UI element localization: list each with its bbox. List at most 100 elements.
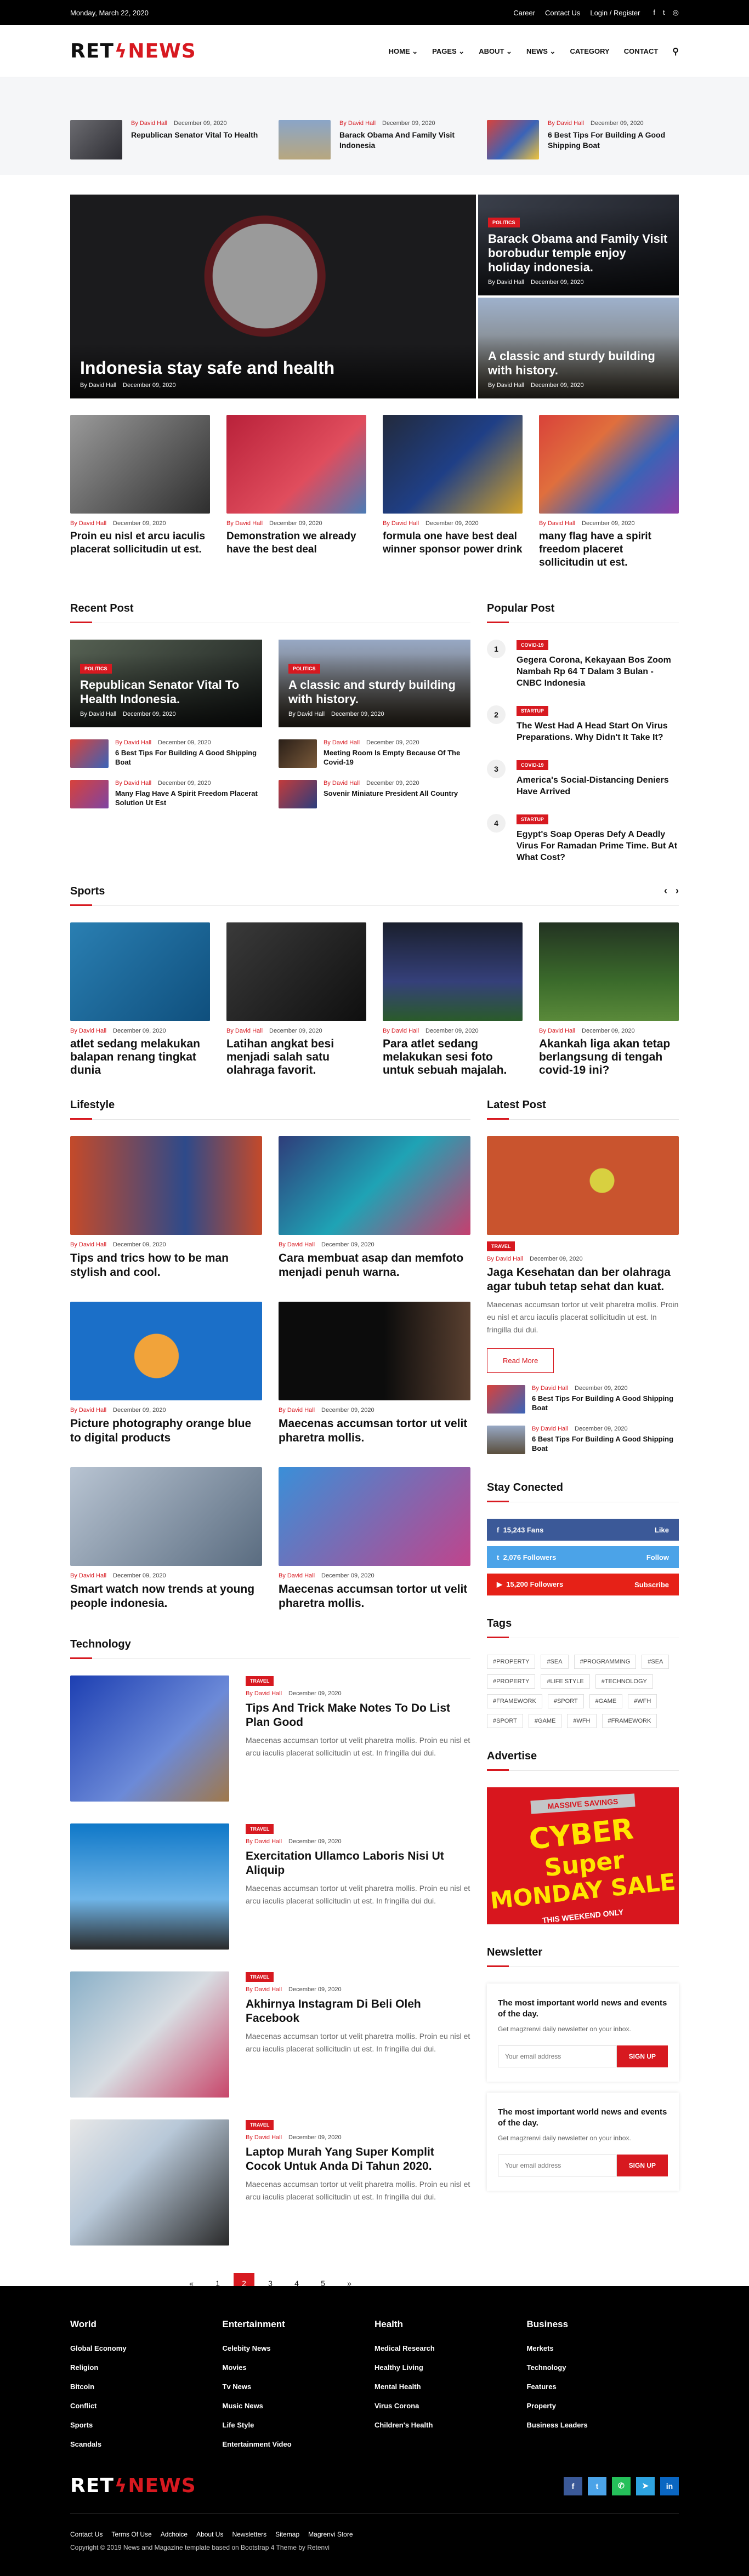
tag-chip[interactable]: #PROPERTY xyxy=(487,1674,536,1689)
article-title[interactable]: formula one have best deal winner sponso… xyxy=(383,530,523,556)
category-badge[interactable]: POLITICS xyxy=(288,664,320,674)
footer-link[interactable]: Children's Health xyxy=(374,2421,527,2429)
footer-link[interactable]: Property xyxy=(527,2402,679,2410)
category-badge[interactable]: TRAVEL xyxy=(246,1676,274,1686)
article-title[interactable]: Tips And Trick Make Notes To Do List Pla… xyxy=(246,1701,470,1730)
popular-item[interactable]: 2 STARTUP The West Had A Head Start On Vir… xyxy=(487,705,679,743)
site-logo[interactable]: RET ϟ NEWS xyxy=(70,40,196,62)
footer-link[interactable]: Conflict xyxy=(70,2402,223,2410)
category-badge[interactable]: TRAVEL xyxy=(487,1241,515,1251)
twitter-icon[interactable]: t xyxy=(588,2476,606,2495)
telegram-icon[interactable]: ➤ xyxy=(636,2476,655,2495)
category-badge[interactable]: COVID-19 xyxy=(517,760,548,770)
hero-title[interactable]: Indonesia stay safe and health xyxy=(80,358,466,378)
footer-link[interactable]: Virus Corona xyxy=(374,2402,527,2410)
subscribe-button[interactable]: Subscribe xyxy=(634,1581,669,1589)
popular-title[interactable]: America's Social-Distancing Deniers Have… xyxy=(517,774,679,797)
article-title[interactable]: Jaga Kesehatan dan ber olahraga agar tub… xyxy=(487,1266,679,1294)
footer-bottom-link[interactable]: Newsletters xyxy=(232,2531,266,2538)
tag-chip[interactable]: #FRAMEWORK xyxy=(487,1694,542,1708)
category-badge[interactable]: POLITICS xyxy=(80,664,112,674)
prev-arrow-icon[interactable]: ‹ xyxy=(664,885,667,896)
nav-contact[interactable]: CONTACT xyxy=(624,47,659,55)
popular-title[interactable]: Egypt's Soap Operas Defy A Deadly Virus … xyxy=(517,829,679,863)
recent-big-card[interactable]: POLITICS Republican Senator Vital To Heal… xyxy=(70,640,262,727)
hero-side-card[interactable]: A classic and sturdy building with histo… xyxy=(478,298,679,398)
article-card[interactable]: By David Hall December 09, 2020 Proin eu n… xyxy=(70,415,210,569)
hero-side-card[interactable]: POLITICS Barack Obama and Family Visit bo… xyxy=(478,195,679,295)
article-title[interactable]: Proin eu nisl et arcu iaculis placerat s… xyxy=(70,530,210,556)
tag-chip[interactable]: #PROPERTY xyxy=(487,1655,536,1669)
tech-item[interactable]: TRAVEL By David Hall December 09, 2020 Lapt… xyxy=(70,2119,470,2246)
recent-small-item[interactable]: By David Hall December 09, 2020 6 Best Tip… xyxy=(70,739,262,768)
footer-link[interactable]: Celebity News xyxy=(223,2344,375,2352)
article-title[interactable]: Akankah liga akan tetap berlangsung di t… xyxy=(539,1038,679,1077)
latest-big-card[interactable]: TRAVEL By David Hall December 09, 2020 Ja… xyxy=(487,1136,679,1373)
nav-about[interactable]: ABOUT ⌄ xyxy=(479,47,512,56)
ticker-item[interactable]: By David Hall December 09, 2020 Barack Oba… xyxy=(279,120,470,159)
category-badge[interactable]: STARTUP xyxy=(517,706,548,716)
article-title[interactable]: Maecenas accumsan tortor ut velit pharet… xyxy=(279,1417,470,1445)
latest-small-item[interactable]: By David Hall December 09, 2020 6 Best Tip… xyxy=(487,1426,679,1454)
nav-home[interactable]: HOME ⌄ xyxy=(389,47,418,56)
tag-chip[interactable]: #WFH xyxy=(567,1714,597,1728)
contact-us-link[interactable]: Contact Us xyxy=(545,9,580,17)
footer-link[interactable]: Life Style xyxy=(223,2421,375,2429)
ticker-item[interactable]: By David Hall December 09, 2020 6 Best Tip… xyxy=(487,120,679,159)
linkedin-icon[interactable]: in xyxy=(660,2476,679,2495)
article-title[interactable]: Smart watch now trends at young people i… xyxy=(70,1582,262,1611)
footer-link[interactable]: Business Leaders xyxy=(527,2421,679,2429)
whatsapp-icon[interactable]: ✆ xyxy=(612,2476,631,2495)
career-link[interactable]: Career xyxy=(513,9,535,17)
email-input[interactable] xyxy=(498,2045,617,2067)
article-title[interactable]: Para atlet sedang melakukan sesi foto un… xyxy=(383,1038,523,1077)
article-title[interactable]: Demonstration we already have the best d… xyxy=(226,530,366,556)
article-card[interactable]: By David Hall December 09, 2020 formula on… xyxy=(383,415,523,569)
hero-side-title[interactable]: Barack Obama and Family Visit borobudur … xyxy=(488,232,669,275)
article-title[interactable]: Latihan angkat besi menjadi salah satu o… xyxy=(226,1038,366,1077)
article-title[interactable]: Akhirnya Instagram Di Beli Oleh Facebook xyxy=(246,1997,470,2026)
lifestyle-card[interactable]: By David Hall December 09, 2020 Maecenas a… xyxy=(279,1467,470,1611)
nav-pages[interactable]: PAGES ⌄ xyxy=(432,47,464,56)
footer-link[interactable]: Healthy Living xyxy=(374,2363,527,2372)
recent-small-title[interactable]: Sovenir Miniature President All Country xyxy=(324,789,458,798)
footer-logo[interactable]: RET ϟ NEWS xyxy=(70,2475,196,2497)
footer-link[interactable]: Sports xyxy=(70,2421,223,2429)
recent-small-item[interactable]: By David Hall December 09, 2020 Meeting Ro… xyxy=(279,739,470,768)
recent-small-item[interactable]: By David Hall December 09, 2020 Sovenir Mi… xyxy=(279,780,470,808)
sport-card[interactable]: By David Hall December 09, 2020 Akankah li… xyxy=(539,922,679,1077)
ticker-title[interactable]: 6 Best Tips For Building A Good Shipping… xyxy=(548,130,679,151)
footer-link[interactable]: Tv News xyxy=(223,2383,375,2391)
article-title[interactable]: atlet sedang melakukan balapan renang ti… xyxy=(70,1038,210,1077)
tag-chip[interactable]: #SEA xyxy=(541,1655,569,1669)
email-input[interactable] xyxy=(498,2155,617,2176)
hero-main-card[interactable]: Indonesia stay safe and health By David H… xyxy=(70,195,476,398)
footer-bottom-link[interactable]: Magrenvi Store xyxy=(308,2531,353,2538)
article-title[interactable]: Maecenas accumsan tortor ut velit pharet… xyxy=(279,1582,470,1611)
sport-card[interactable]: By David Hall December 09, 2020 Latihan an… xyxy=(226,922,366,1077)
tag-chip[interactable]: #GAME xyxy=(589,1694,623,1708)
sign-up-button[interactable]: SIGN UP xyxy=(616,2045,668,2067)
footer-link[interactable]: Technology xyxy=(527,2363,679,2372)
popular-item[interactable]: 4 STARTUP Egypt's Soap Operas Defy A Deadl… xyxy=(487,814,679,863)
tag-chip[interactable]: #SPORT xyxy=(547,1694,584,1708)
latest-small-title[interactable]: 6 Best Tips For Building A Good Shipping… xyxy=(532,1434,679,1453)
article-title[interactable]: Cara membuat asap dan memfoto menjadi pe… xyxy=(279,1251,470,1280)
lifestyle-card[interactable]: By David Hall December 09, 2020 Cara membu… xyxy=(279,1136,470,1280)
category-badge[interactable]: TRAVEL xyxy=(246,2120,274,2130)
recent-big-card[interactable]: POLITICS A classic and sturdy building wi… xyxy=(279,640,470,727)
tech-item[interactable]: TRAVEL By David Hall December 09, 2020 Akhi… xyxy=(70,1971,470,2098)
footer-link[interactable]: Movies xyxy=(223,2363,375,2372)
footer-link[interactable]: Merkets xyxy=(527,2344,679,2352)
article-title[interactable]: Tips and trics how to be man stylish and… xyxy=(70,1251,262,1280)
next-arrow-icon[interactable]: › xyxy=(676,885,679,896)
cyber-monday-ad-banner[interactable]: MASSIVE SAVINGS CYBER Super MONDAY SALE … xyxy=(487,1787,679,1924)
tag-chip[interactable]: #PROGRAMMING xyxy=(574,1655,637,1669)
lifestyle-card[interactable]: By David Hall December 09, 2020 Picture ph… xyxy=(70,1302,262,1445)
youtube-follow-row[interactable]: ▶ 15,200 Followers Subscribe xyxy=(487,1574,679,1595)
footer-bottom-link[interactable]: Adchoice xyxy=(161,2531,188,2538)
recent-small-item[interactable]: By David Hall December 09, 2020 Many Flag … xyxy=(70,780,262,808)
follow-button[interactable]: Follow xyxy=(646,1553,669,1561)
tag-chip[interactable]: #SPORT xyxy=(487,1714,523,1728)
footer-link[interactable]: Music News xyxy=(223,2402,375,2410)
